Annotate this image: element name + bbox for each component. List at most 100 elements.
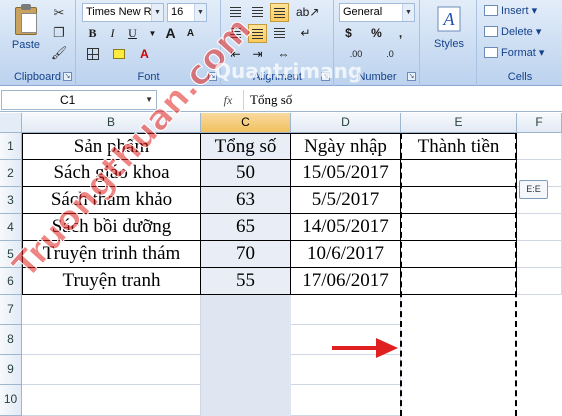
cell-d4[interactable]: 14/05/2017 [291, 214, 401, 241]
font-size-combo[interactable]: 16 ▼ [167, 3, 207, 22]
cell-empty[interactable] [22, 355, 201, 385]
row-header-4[interactable]: 4 [0, 214, 22, 241]
cell-e2[interactable] [401, 160, 517, 187]
align-left-icon[interactable] [226, 24, 245, 43]
grow-font-button[interactable]: A [161, 24, 180, 43]
paste-options-tag[interactable]: E:E [519, 180, 548, 199]
underline-dropdown-icon[interactable]: ▼ [143, 24, 162, 43]
cell-c1[interactable]: Tổng số [201, 133, 291, 160]
cell-empty[interactable] [22, 295, 201, 325]
cell-empty[interactable] [517, 133, 562, 160]
row-header-10[interactable]: 10 [0, 385, 22, 416]
font-launcher-icon[interactable]: ↘ [208, 72, 217, 81]
column-header-b[interactable]: B [22, 113, 201, 133]
column-header-c[interactable]: C [201, 113, 291, 133]
decrease-decimal-button[interactable]: .0 [377, 45, 403, 64]
cell-b4[interactable]: Sách bồi dưỡng [22, 214, 201, 241]
cell-d2[interactable]: 15/05/2017 [291, 160, 401, 187]
cell-empty[interactable] [517, 268, 562, 295]
align-bottom-icon[interactable] [270, 3, 289, 22]
row-header-3[interactable]: 3 [0, 187, 22, 214]
cell-d6[interactable]: 17/06/2017 [291, 268, 401, 295]
cell-c4[interactable]: 65 [201, 214, 291, 241]
cell-e4[interactable] [401, 214, 517, 241]
cell-e6[interactable] [401, 268, 517, 295]
align-center-icon[interactable] [248, 24, 267, 43]
copy-icon[interactable]: ❐ [50, 24, 68, 41]
align-middle-icon[interactable] [248, 3, 267, 22]
orientation-icon[interactable]: ab↗ [296, 3, 319, 22]
chevron-down-icon[interactable]: ▼ [145, 91, 153, 109]
column-header-e[interactable]: E [401, 113, 517, 133]
underline-button[interactable]: U [123, 24, 142, 43]
format-button[interactable]: Format ▾ [484, 44, 544, 63]
align-right-icon[interactable] [270, 24, 289, 43]
name-box[interactable]: C1 ▼ [1, 90, 157, 110]
clipboard-launcher-icon[interactable]: ↘ [63, 72, 72, 81]
comma-button[interactable]: , [391, 24, 410, 43]
row-header-6[interactable]: 6 [0, 268, 22, 295]
cell-e1[interactable]: Thành tiền [401, 133, 517, 160]
cell-empty[interactable] [291, 355, 401, 385]
bold-button[interactable]: B [83, 24, 102, 43]
align-top-icon[interactable] [226, 3, 245, 22]
decrease-indent-icon[interactable]: ⇤ [226, 45, 245, 64]
cell-b6[interactable]: Truyện tranh [22, 268, 201, 295]
chevron-down-icon[interactable]: ▼ [194, 4, 206, 21]
paste-button[interactable]: Paste [6, 4, 46, 62]
cell-b3[interactable]: Sách tham khảo [22, 187, 201, 214]
cell-b1[interactable]: Sản phẩm [22, 133, 201, 160]
italic-button[interactable]: I [103, 24, 122, 43]
fill-color-icon[interactable] [109, 45, 128, 64]
format-painter-icon[interactable]: 🖌 [50, 44, 68, 61]
font-name-combo[interactable]: Times New Ro ▼ [82, 3, 164, 22]
cell-d3[interactable]: 5/5/2017 [291, 187, 401, 214]
cell-empty[interactable] [22, 325, 201, 355]
increase-indent-icon[interactable]: ⇥ [248, 45, 267, 64]
cut-icon[interactable]: ✂ [50, 4, 68, 21]
number-launcher-icon[interactable]: ↘ [407, 72, 416, 81]
select-all-corner[interactable] [0, 113, 22, 133]
insert-button[interactable]: Insert ▾ [484, 2, 537, 21]
cell-e5[interactable] [401, 241, 517, 268]
cell-empty[interactable] [291, 295, 401, 325]
cell-b5[interactable]: Truyện trinh thám [22, 241, 201, 268]
number-format-combo[interactable]: General ▼ [339, 3, 415, 22]
merge-center-icon[interactable]: ⇔ [274, 45, 293, 64]
percent-button[interactable]: % [367, 24, 386, 43]
column-header-f[interactable]: F [517, 113, 562, 133]
cell-c2[interactable]: 50 [201, 160, 291, 187]
row-header-7[interactable]: 7 [0, 295, 22, 325]
chevron-down-icon[interactable]: ▼ [402, 4, 414, 21]
borders-icon[interactable] [83, 45, 102, 64]
wrap-text-icon[interactable]: ↵ [296, 24, 315, 43]
cell-c6[interactable]: 55 [201, 268, 291, 295]
currency-button[interactable]: $ [339, 24, 358, 43]
cell-e3[interactable] [401, 187, 517, 214]
cell-c3[interactable]: 63 [201, 187, 291, 214]
column-header-d[interactable]: D [291, 113, 401, 133]
font-color-button[interactable]: A [135, 45, 154, 64]
cell-c5[interactable]: 70 [201, 241, 291, 268]
increase-decimal-button[interactable]: .00 [343, 45, 369, 64]
cell-empty[interactable] [22, 385, 201, 416]
row-header-5[interactable]: 5 [0, 241, 22, 268]
cell-empty[interactable] [517, 241, 562, 268]
cell-empty[interactable] [517, 214, 562, 241]
row-header-8[interactable]: 8 [0, 325, 22, 355]
cell-d1[interactable]: Ngày nhập [291, 133, 401, 160]
insert-function-button[interactable]: fx [218, 90, 238, 110]
shrink-font-button[interactable]: A [181, 24, 200, 43]
row-header-2[interactable]: 2 [0, 160, 22, 187]
row-header-1[interactable]: 1 [0, 133, 22, 160]
alignment-launcher-icon[interactable]: ↘ [321, 72, 330, 81]
delete-button[interactable]: Delete ▾ [484, 23, 541, 42]
cell-d5[interactable]: 10/6/2017 [291, 241, 401, 268]
clipboard-group: Paste ✂ ❐ 🖌 Clipboard ↘ [0, 0, 76, 86]
styles-button[interactable]: A Styles [429, 4, 469, 50]
cell-empty[interactable] [291, 385, 401, 416]
formula-input[interactable]: Tổng số [243, 90, 561, 110]
cell-b2[interactable]: Sách giáo khoa [22, 160, 201, 187]
row-header-9[interactable]: 9 [0, 355, 22, 385]
chevron-down-icon[interactable]: ▼ [151, 4, 163, 21]
